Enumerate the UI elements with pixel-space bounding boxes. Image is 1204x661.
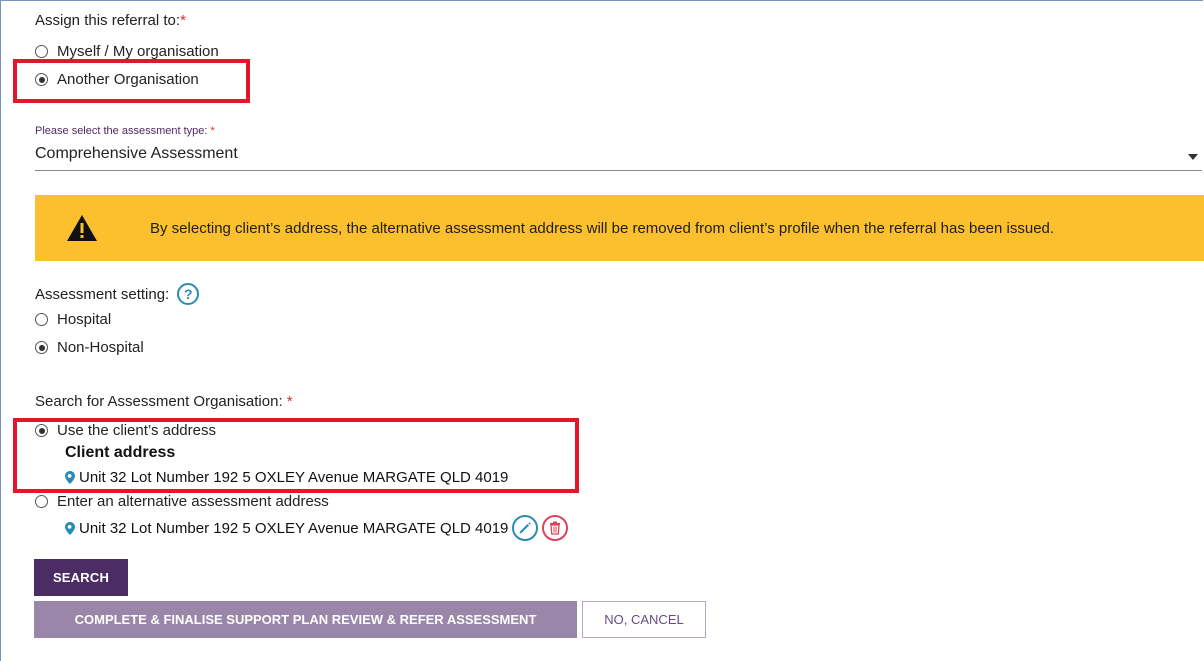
radio-non-hospital-label: Non-Hospital xyxy=(57,339,144,356)
help-icon[interactable]: ? xyxy=(177,283,200,305)
complete-refer-button[interactable]: COMPLETE & FINALISE SUPPORT PLAN REVIEW … xyxy=(34,601,577,638)
radio-myself-control[interactable] xyxy=(35,45,48,58)
radio-myself-label: Myself / My organisation xyxy=(57,43,219,60)
radio-non-hospital-control[interactable] xyxy=(35,341,48,354)
location-pin-icon xyxy=(65,521,75,535)
radio-alternative-address[interactable]: Enter an alternative assessment address xyxy=(35,493,329,510)
radio-non-hospital[interactable]: Non-Hospital xyxy=(35,339,144,356)
assessment-type-select[interactable]: Comprehensive Assessment xyxy=(35,145,238,163)
highlight-box-assign xyxy=(13,59,250,103)
delete-address-button[interactable] xyxy=(542,515,569,541)
assessment-setting-label: Assessment setting: ? xyxy=(35,283,200,305)
assessment-type-label: Please select the assessment type: * xyxy=(35,125,215,137)
radio-myself[interactable]: Myself / My organisation xyxy=(35,43,219,60)
alternative-address-text: Unit 32 Lot Number 192 5 OXLEY Avenue MA… xyxy=(79,519,509,537)
radio-hospital-control[interactable] xyxy=(35,313,48,326)
highlight-box-client-address xyxy=(13,418,579,493)
warning-banner: By selecting client’s address, the alter… xyxy=(35,195,1204,261)
radio-hospital[interactable]: Hospital xyxy=(35,311,111,328)
chevron-down-icon[interactable] xyxy=(1188,154,1198,160)
edit-address-button[interactable] xyxy=(512,515,539,541)
radio-alternative-address-control[interactable] xyxy=(35,495,48,508)
radio-hospital-label: Hospital xyxy=(57,311,112,328)
search-org-label: Search for Assessment Organisation: * xyxy=(35,393,293,410)
select-underline xyxy=(35,170,1202,171)
trash-icon xyxy=(550,521,561,535)
warning-text: By selecting client’s address, the alter… xyxy=(150,219,1055,237)
radio-alternative-address-label: Enter an alternative assessment address xyxy=(57,493,329,510)
pencil-icon xyxy=(519,522,532,534)
search-button[interactable]: SEARCH xyxy=(34,559,128,596)
cancel-button[interactable]: NO, CANCEL xyxy=(582,601,706,638)
assign-label: Assign this referral to:* xyxy=(35,12,186,29)
warning-icon xyxy=(67,215,97,241)
alternative-address: Unit 32 Lot Number 192 5 OXLEY Avenue MA… xyxy=(65,515,569,541)
